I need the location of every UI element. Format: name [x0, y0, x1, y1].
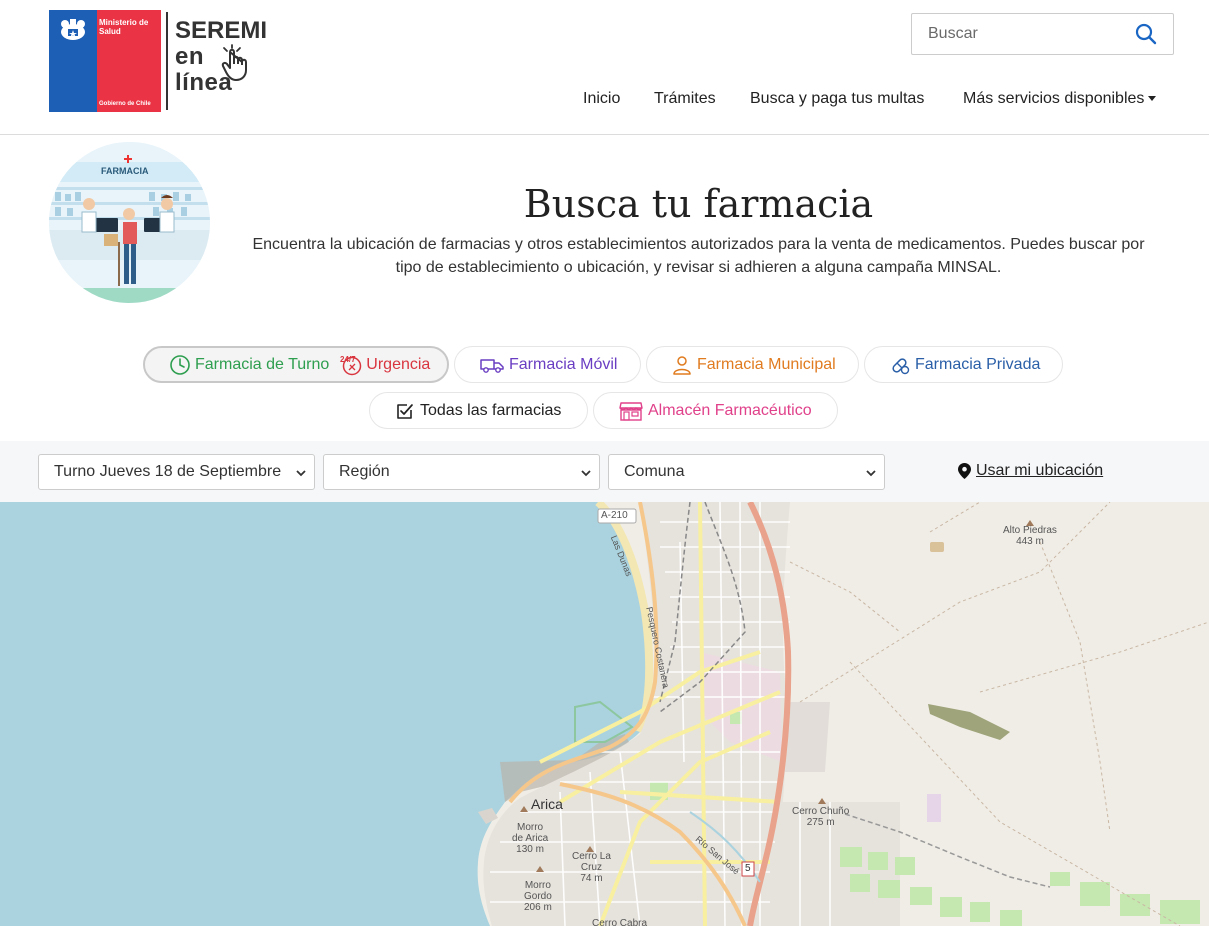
gordo-name: Gordo [524, 891, 552, 902]
alto-piedras-alt: 443 m [1016, 536, 1044, 547]
filter-municipal-label: Farmacia Municipal [697, 355, 836, 373]
nav-tramites-label: Trámites [654, 90, 716, 107]
use-my-location-label: Usar mi ubicación [976, 462, 1104, 479]
map-label-a210: A-210 [601, 510, 628, 521]
gordo-alt: 206 m [524, 902, 552, 913]
main-nav: Inicio Trámites Busca y paga tus multas … [0, 90, 1209, 110]
nav-multas[interactable]: Busca y paga tus multas [750, 90, 924, 108]
page-description: Encuentra la ubicación de farmacias y ot… [252, 236, 1145, 276]
search-box [911, 13, 1174, 55]
chuno-alt: 275 m [806, 817, 835, 828]
cruz-name: Cruz [580, 862, 603, 873]
search-input[interactable] [912, 14, 1127, 54]
nav-inicio[interactable]: Inicio [583, 90, 620, 108]
pointing-hand-icon [221, 44, 247, 81]
filter-farmacia-movil[interactable]: Farmacia Móvil [454, 346, 641, 383]
morro-gordo-name: Morro [524, 880, 551, 891]
region-select[interactable]: Región [323, 454, 600, 490]
chevron-down-icon [866, 470, 876, 477]
route-5-shield: 5 [745, 863, 751, 874]
pharmacy-map[interactable]: A-210 Las Dunas Alto Piedras 443 m Pesque… [0, 502, 1209, 926]
van-icon [479, 354, 505, 376]
clock-icon [169, 354, 191, 376]
store-icon [618, 400, 644, 422]
brand-seremi: SEREMI [175, 17, 268, 44]
map-pin-icon [958, 463, 971, 479]
pills-icon [889, 354, 911, 376]
cerro-chuno-name: Cerro Chuño [792, 806, 850, 817]
nav-inicio-label: Inicio [583, 90, 621, 107]
alto-piedras-name: Alto Piedras [1003, 525, 1057, 536]
nav-multas-label: Busca y paga tus multas [750, 90, 925, 107]
map-label-cerro-cabra: Cerro Cabra [592, 918, 648, 926]
filter-urgencia-label: Urgencia [366, 355, 431, 373]
filter-todas-farmacias[interactable]: Todas las farmacias [369, 392, 588, 429]
filter-farmacia-privada[interactable]: Farmacia Privada [864, 346, 1063, 383]
comuna-select[interactable]: Comuna [608, 454, 885, 490]
cruz-alt: 74 m [580, 873, 603, 884]
filter-todas-label: Todas las farmacias [420, 401, 562, 419]
filter-privada-label: Farmacia Privada [915, 355, 1041, 373]
site-header: Ministerio de Salud Gobierno de Chile SE… [0, 0, 1209, 135]
page-title: Busca tu farmacia [0, 182, 1209, 226]
map-label-morro-gordo: Morro Gordo 206 m [524, 880, 552, 913]
chevron-down-icon [296, 470, 306, 477]
map-label-alto-piedras: Alto Piedras 443 m [1003, 525, 1057, 547]
urgencia-badge-text: 24/7 [340, 355, 356, 364]
checkbox-checked-icon [394, 400, 416, 422]
urgencia-24-7-icon: 24/7 [340, 354, 362, 376]
comuna-value: Comuna [624, 463, 685, 480]
filter-movil-label: Farmacia Móvil [509, 355, 618, 373]
filter-farmacia-municipal[interactable]: Farmacia Municipal [646, 346, 859, 383]
nav-mas-servicios[interactable]: Más servicios disponibles [963, 90, 1157, 108]
chevron-down-icon [581, 470, 591, 477]
region-value: Región [339, 463, 390, 480]
filter-almacen-label: Almacén Farmacéutico [648, 401, 812, 419]
filter-almacen-farmaceutico[interactable]: Almacén Farmacéutico [593, 392, 838, 429]
filter-turno-urgencia[interactable]: Farmacia de Turno 24/7 Urgencia [143, 346, 449, 383]
chile-crest-icon [61, 19, 85, 40]
search-icon[interactable] [1134, 22, 1158, 46]
person-icon [671, 354, 693, 376]
map-label-morro-de-arica: Morro de Arica 130 m [512, 822, 548, 855]
morro-name: Morro [517, 822, 544, 833]
turno-date-value: Turno Jueves 18 de Septiembre [54, 463, 282, 480]
filter-turno-label: Farmacia de Turno [195, 355, 330, 373]
page-title-text: Busca tu farmacia [523, 182, 874, 226]
map-label-cerro-chuno: Cerro Chuño 275 m [792, 806, 849, 828]
turno-date-select[interactable]: Turno Jueves 18 de Septiembre [38, 454, 315, 490]
caret-down-icon [1148, 96, 1157, 102]
nav-mas-servicios-label: Más servicios disponibles [963, 90, 1145, 107]
morro-de-arica-name: de Arica [512, 833, 549, 844]
filter-bar: Turno Jueves 18 de Septiembre Región Com… [0, 441, 1209, 502]
use-my-location-link[interactable]: Usar mi ubicación [958, 462, 1103, 480]
map-label-arica: Arica [531, 796, 563, 812]
map-label-cerro-la-cruz: Cerro La Cruz 74 m [572, 851, 611, 884]
morro-alt: 130 m [516, 844, 544, 855]
logo-ministry-text: Ministerio de Salud [99, 18, 149, 36]
cerro-la-cruz-name: Cerro La [572, 851, 611, 862]
nav-tramites[interactable]: Trámites [654, 90, 716, 108]
farmacia-sign: FARMACIA [101, 166, 149, 176]
